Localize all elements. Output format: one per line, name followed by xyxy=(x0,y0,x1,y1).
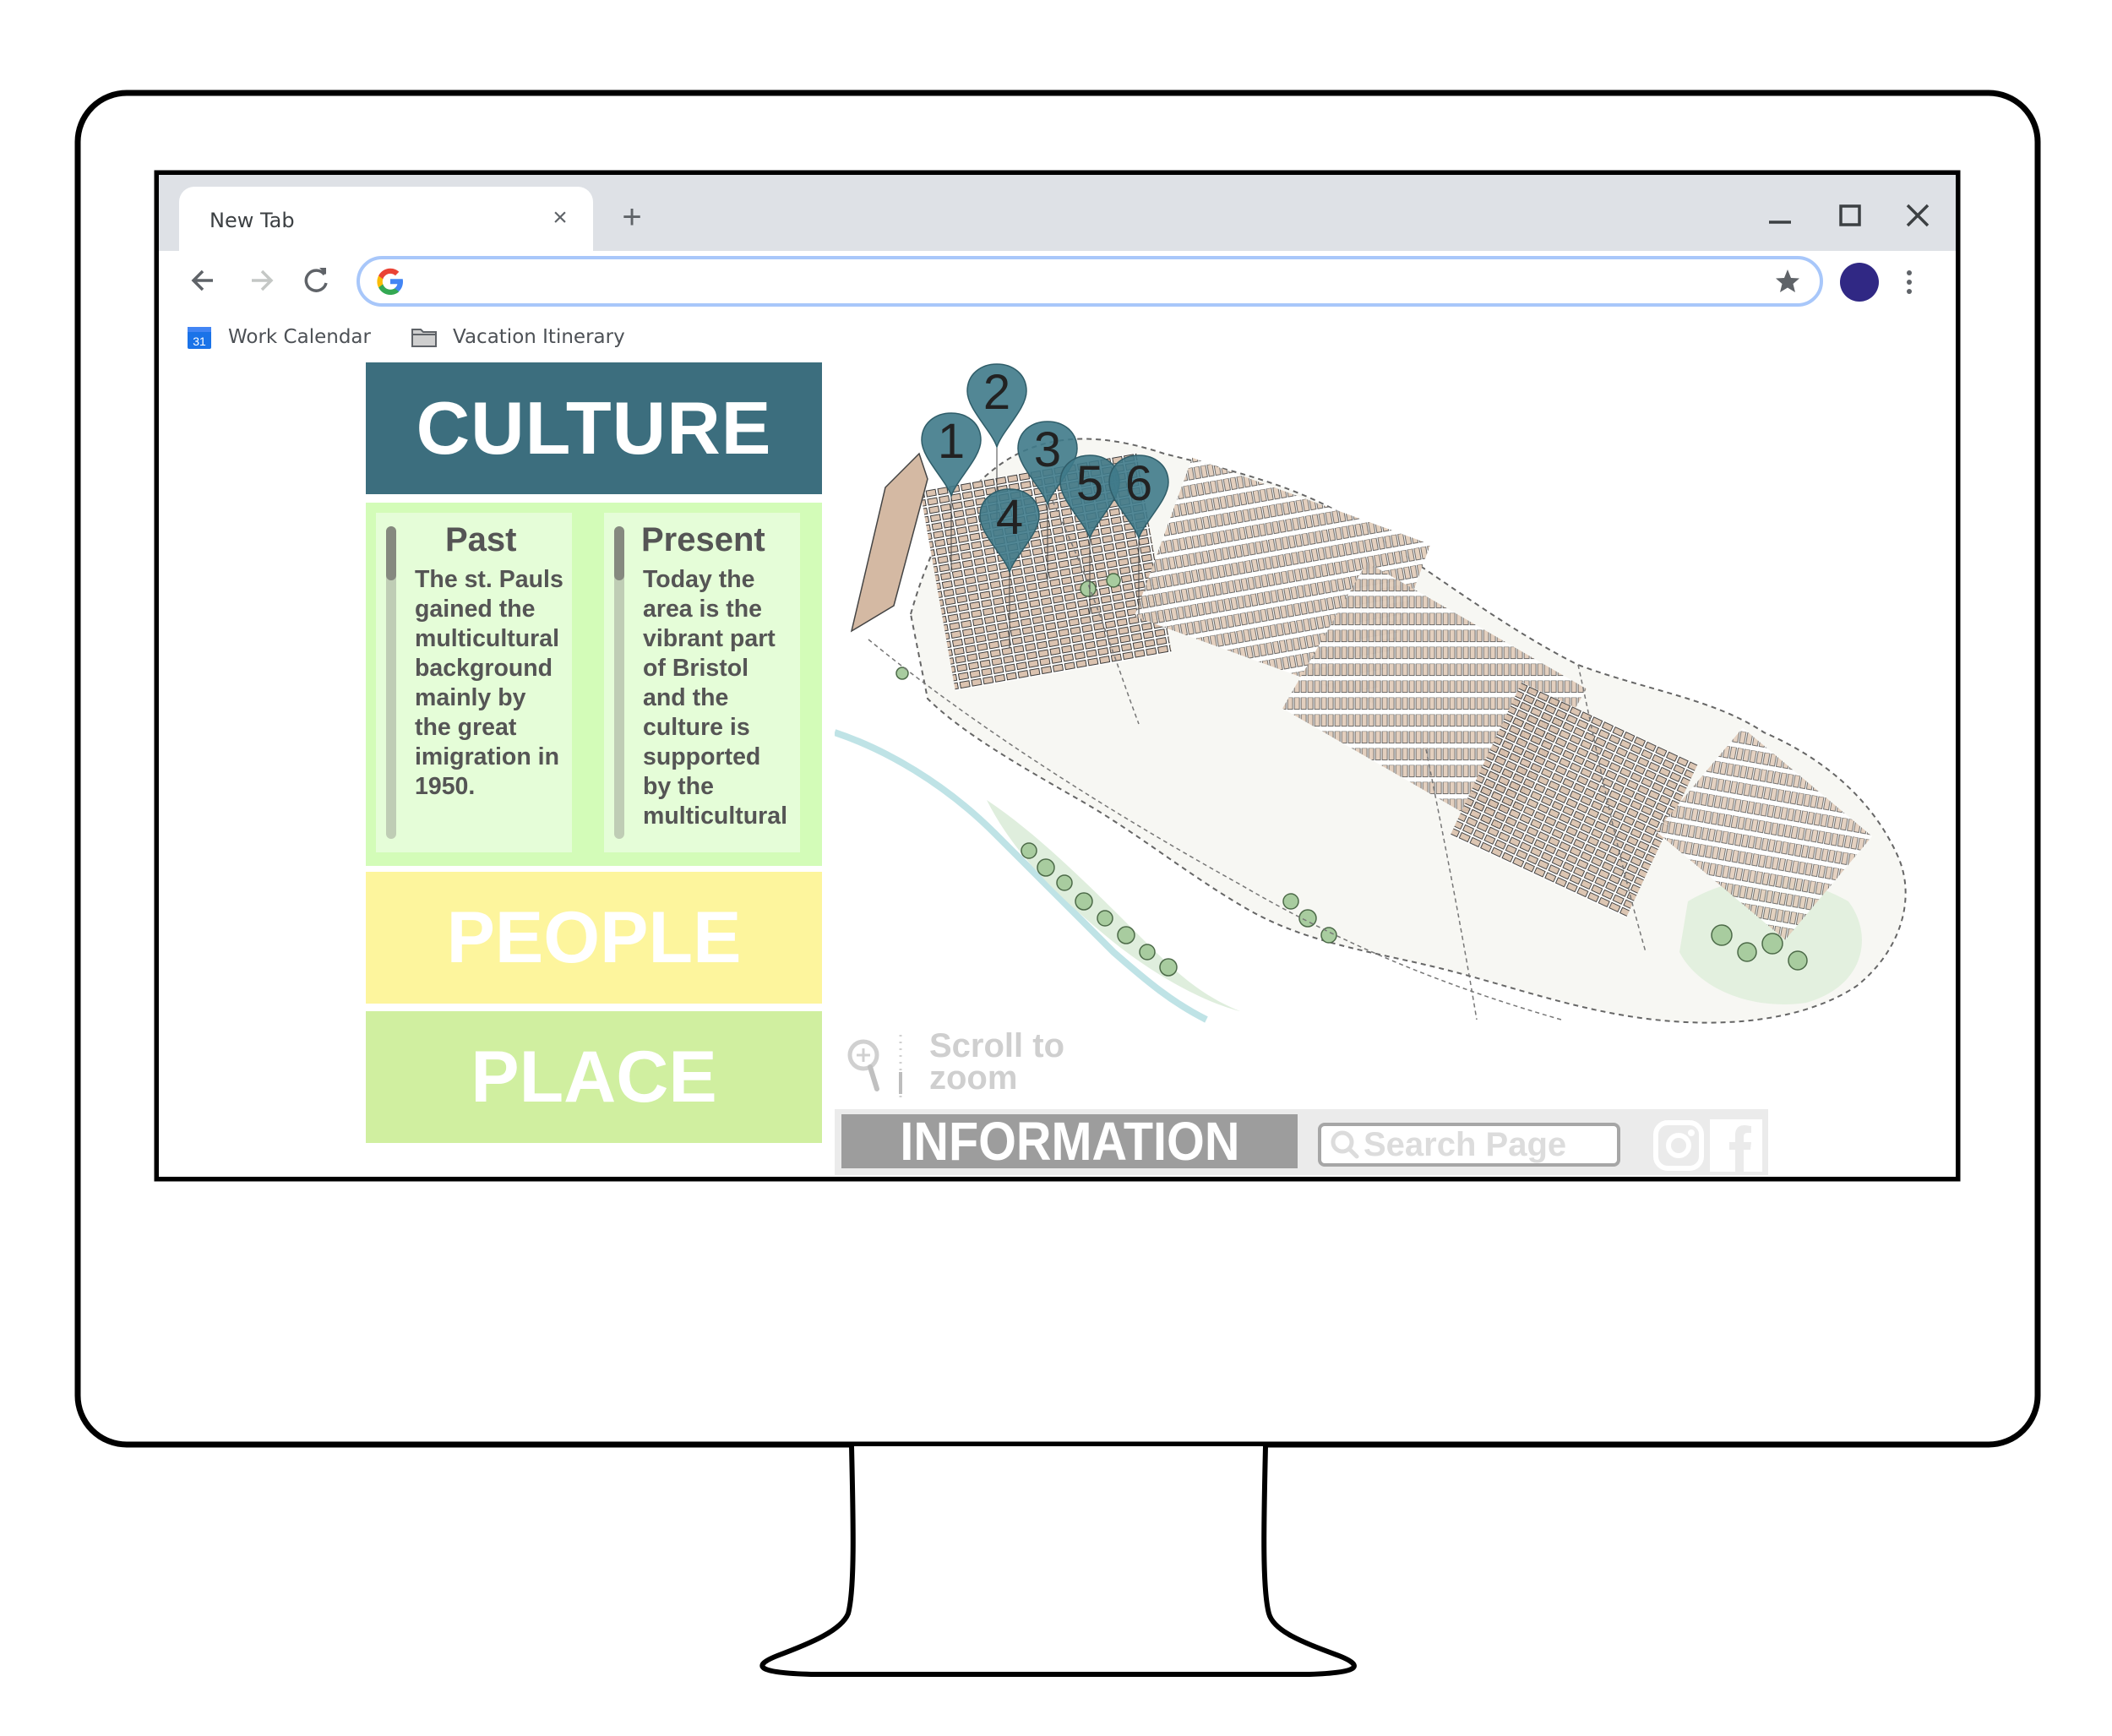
tab-title: New Tab xyxy=(210,209,295,232)
bookmark-work-calendar[interactable]: 31 Work Calendar xyxy=(186,320,371,354)
past-column: Past The st. Pauls gained the multicultu… xyxy=(376,513,572,852)
browser-window: New Tab × + 31 Work Calendar Vacation It… xyxy=(159,175,1956,1177)
scroll-to-zoom-hint: Scroll to zoom xyxy=(845,1027,1098,1106)
information-bar: INFORMATION xyxy=(835,1109,1768,1175)
pin-number: 2 xyxy=(983,365,1010,420)
search-page-input[interactable] xyxy=(1362,1124,1610,1165)
pin-number: 4 xyxy=(996,490,1023,545)
pin-number: 6 xyxy=(1125,456,1152,511)
information-button[interactable]: INFORMATION xyxy=(841,1111,1298,1172)
bookmarks-bar: 31 Work Calendar Vacation Itinerary xyxy=(159,313,1956,361)
people-tab[interactable]: PEOPLE xyxy=(366,872,822,1004)
minimize-icon[interactable] xyxy=(1764,199,1798,232)
calendar-icon-date: 31 xyxy=(193,335,206,348)
people-title: PEOPLE xyxy=(446,896,742,978)
culture-title: CULTURE xyxy=(416,386,772,470)
facebook-icon[interactable] xyxy=(1710,1118,1762,1172)
folder-icon xyxy=(411,329,437,347)
pin-number: 3 xyxy=(1034,422,1061,477)
zoom-in-magnifier-icon xyxy=(847,1035,902,1102)
bookmark-star-icon[interactable] xyxy=(1772,266,1803,297)
bookmark-label: Vacation Itinerary xyxy=(453,326,625,348)
tab-strip: New Tab × + xyxy=(159,175,1956,251)
pin-number: 5 xyxy=(1076,456,1103,511)
instagram-icon[interactable] xyxy=(1652,1118,1705,1172)
more-menu-icon[interactable] xyxy=(1901,263,1918,302)
back-icon[interactable] xyxy=(184,261,223,300)
tab-close-icon[interactable]: × xyxy=(547,205,573,231)
google-logo-icon xyxy=(377,268,403,295)
bookmark-vacation-itinerary[interactable]: Vacation Itinerary xyxy=(411,320,625,354)
bookmark-label: Work Calendar xyxy=(228,326,371,348)
window-close-icon[interactable] xyxy=(1901,199,1935,232)
web-page: CULTURE Past The st. Pauls gained the mu… xyxy=(159,361,1956,1177)
reload-icon[interactable] xyxy=(297,261,336,300)
tab-new-tab[interactable]: New Tab × xyxy=(179,187,593,251)
place-tab[interactable]: PLACE xyxy=(366,1011,822,1143)
culture-panel: Past The st. Pauls gained the multicultu… xyxy=(366,503,822,866)
present-scrollbar[interactable] xyxy=(614,526,624,839)
present-text: Today the area is the vibrant part of Br… xyxy=(643,566,788,830)
past-text: The st. Pauls gained the multicultural b… xyxy=(415,566,563,800)
calendar-icon: 31 xyxy=(188,327,211,349)
new-tab-plus-icon[interactable]: + xyxy=(615,200,649,234)
past-scrollbar[interactable] xyxy=(386,526,396,839)
culture-tab[interactable]: CULTURE xyxy=(366,362,822,494)
forward-icon[interactable] xyxy=(242,261,280,300)
past-heading: Past xyxy=(445,521,517,558)
past-scroll-thumb[interactable] xyxy=(386,526,396,580)
address-bar[interactable] xyxy=(357,256,1823,307)
search-page-field[interactable] xyxy=(1318,1123,1620,1167)
browser-toolbar xyxy=(159,251,1956,313)
place-title: PLACE xyxy=(471,1036,717,1118)
illustrated-map[interactable]: 12345 6 xyxy=(835,361,1950,1028)
maximize-icon[interactable] xyxy=(1833,199,1867,232)
present-heading: Present xyxy=(641,521,765,558)
search-icon xyxy=(1331,1130,1359,1159)
pin-number: 1 xyxy=(938,414,965,469)
present-column: Present Today the area is the vibrant pa… xyxy=(604,513,800,852)
information-label: INFORMATION xyxy=(899,1111,1240,1172)
profile-avatar[interactable] xyxy=(1840,263,1879,302)
present-scroll-thumb[interactable] xyxy=(614,526,624,580)
address-input[interactable] xyxy=(419,264,1740,300)
scroll-to-zoom-label: Scroll to zoom xyxy=(929,1027,1065,1097)
